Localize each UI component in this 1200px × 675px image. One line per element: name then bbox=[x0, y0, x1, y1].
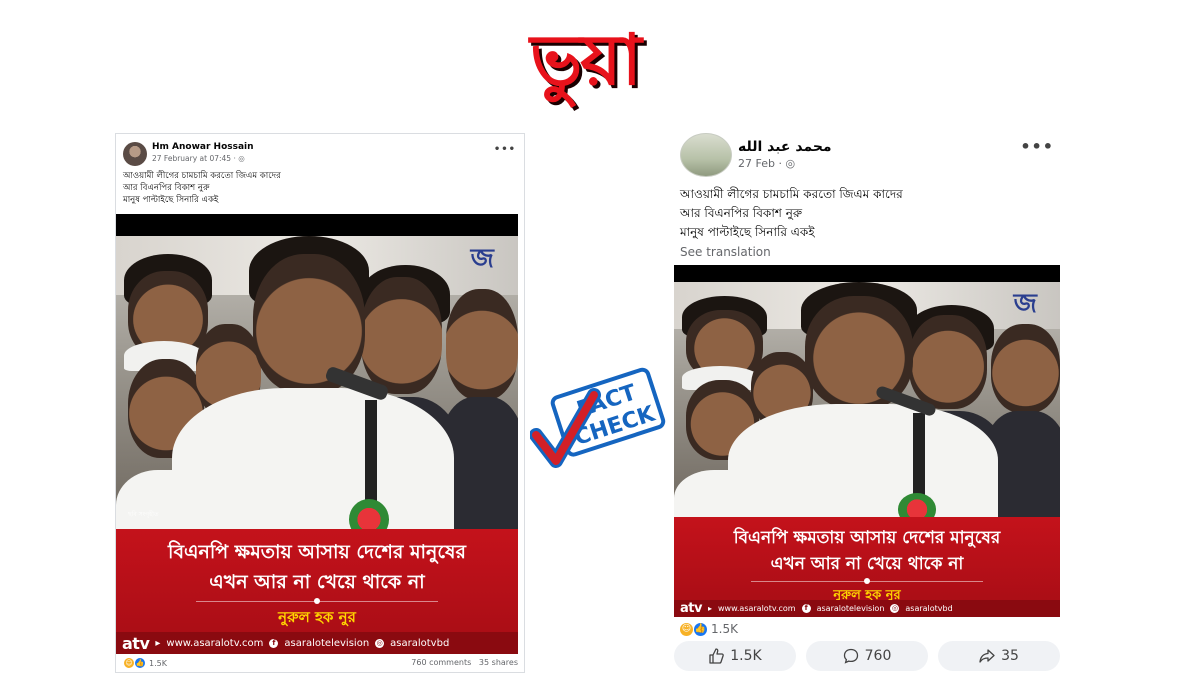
caption-line: আর বিএনপির বিকাশ নুরু bbox=[680, 206, 803, 220]
facebook-handle: asaralotelevision bbox=[816, 604, 885, 613]
collage: ভুয়া Hm Anowar Hossain 27 February at 0… bbox=[0, 0, 1200, 675]
quote-line: এখন আর না খেয়ে থাকে না bbox=[770, 553, 964, 574]
right-facebook-post: محمد عبد الله 27 Feb · ◎ ••• আওয়ামী লীগ… bbox=[672, 125, 1064, 675]
photo-credit: ছবি সংগৃহীত bbox=[128, 510, 159, 518]
author-name[interactable]: Hm Anowar Hossain bbox=[152, 142, 254, 152]
share-button[interactable]: 35 bbox=[938, 641, 1060, 671]
instagram-icon: ◎ bbox=[375, 638, 385, 648]
channel-footer: atv ▸ www.asaralotv.com f asaralotelevis… bbox=[116, 632, 518, 654]
reaction-summary[interactable]: ☺ 👍 1.5K bbox=[680, 622, 738, 636]
action-bar: 1.5K 760 35 bbox=[674, 641, 1060, 671]
play-icon: ▸ bbox=[155, 637, 161, 649]
caption-line: আওয়ামী লীগের চামচামি করতো জিএম কাদের bbox=[123, 171, 281, 181]
comment-count: 760 bbox=[864, 648, 892, 664]
channel-footer: atv ▸ www.asaralotv.com f asaralotelevis… bbox=[674, 600, 1060, 617]
see-translation-link[interactable]: See translation bbox=[680, 245, 771, 259]
post-caption: আওয়ামী লীগের চামচামি করতো জিএম কাদের আর… bbox=[123, 170, 281, 206]
author-name[interactable]: محمد عبد الله bbox=[738, 139, 832, 155]
globe-icon: ◎ bbox=[785, 157, 796, 170]
post-meta: 27 February at 07:45 · ◎ bbox=[152, 154, 245, 163]
play-icon: ▸ bbox=[707, 604, 712, 613]
left-facebook-post: Hm Anowar Hossain 27 February at 07:45 ·… bbox=[115, 133, 525, 673]
caption-line: আওয়ামী লীগের চামচামি করতো জিএম কাদের bbox=[680, 187, 903, 201]
site-url: www.asaralotv.com bbox=[717, 604, 796, 613]
avatar[interactable] bbox=[123, 142, 147, 166]
caption-line: মানুষ পাল্টাইছে সিনারি একই bbox=[680, 225, 815, 239]
atv-logo: atv bbox=[122, 633, 150, 653]
reaction-count: 1.5K bbox=[711, 622, 738, 636]
share-count[interactable]: 35 shares bbox=[479, 658, 518, 667]
post-meta: 27 Feb · ◎ bbox=[738, 157, 796, 170]
like-button[interactable]: 1.5K bbox=[674, 641, 796, 671]
haha-icon: ☺ bbox=[680, 622, 693, 636]
share-arrow-icon bbox=[979, 649, 995, 663]
facebook-handle: asaralotelevision bbox=[284, 637, 370, 649]
post-image[interactable]: জ বিএনপি ক্ষমতায় আসায় দেশের মানুষের এখ… bbox=[674, 265, 1060, 617]
like-icon: 👍 bbox=[694, 622, 707, 636]
instagram-icon: ◎ bbox=[890, 604, 900, 613]
quote-line: এখন আর না খেয়ে থাকে না bbox=[209, 570, 425, 593]
quote-box: বিএনপি ক্ষমতায় আসায় দেশের মানুষের এখন … bbox=[116, 528, 518, 654]
post-image[interactable]: জ ছবি সংগৃহীত বিএনপি ক্ষমতায় আসায় দেশে… bbox=[116, 214, 518, 654]
like-count: 1.5K bbox=[730, 648, 762, 664]
quote-line: বিএনপি ক্ষমতায় আসায় দেশের মানুষের bbox=[733, 527, 1001, 548]
reaction-summary[interactable]: ☺ 👍 1.5K bbox=[124, 658, 167, 668]
divider bbox=[196, 600, 438, 602]
fake-verdict-title: ভুয়া bbox=[530, 19, 642, 101]
instagram-handle: asaralotvbd bbox=[390, 637, 450, 649]
reaction-count: 1.5K bbox=[149, 658, 167, 668]
engagement-stats: 760 comments 35 shares bbox=[411, 658, 518, 667]
fact-check-badge: FACT CHECK bbox=[530, 367, 666, 468]
post-caption: আওয়ামী লীগের চামচামি করতো জিএম কাদের আর… bbox=[680, 185, 903, 242]
comment-button[interactable]: 760 bbox=[806, 641, 928, 671]
comment-bubble-icon bbox=[843, 648, 858, 664]
site-url: www.asaralotv.com bbox=[166, 637, 264, 649]
facebook-icon: f bbox=[801, 604, 811, 613]
speaker-name: নুরুল হক নুর bbox=[278, 607, 356, 626]
more-options-icon[interactable]: ••• bbox=[494, 144, 516, 155]
speaker-photo: জ bbox=[674, 282, 1060, 517]
instagram-handle: asaralotvbd bbox=[905, 604, 953, 613]
avatar[interactable] bbox=[680, 133, 732, 177]
share-count: 35 bbox=[1001, 648, 1019, 664]
thumbs-up-icon bbox=[709, 648, 725, 664]
like-icon: 👍 bbox=[135, 658, 145, 668]
facebook-icon: f bbox=[269, 638, 279, 648]
haha-icon: ☺ bbox=[124, 658, 134, 668]
more-options-icon[interactable]: ••• bbox=[1020, 137, 1054, 156]
divider bbox=[751, 580, 983, 582]
quote-box: বিএনপি ক্ষমতায় আসায় দেশের মানুষের এখন … bbox=[674, 516, 1060, 617]
quote-line: বিএনপি ক্ষমতায় আসায় দেশের মানুষের bbox=[168, 540, 466, 563]
caption-line: আর বিএনপির বিকাশ নুরু bbox=[123, 183, 210, 193]
comment-count[interactable]: 760 comments bbox=[411, 658, 471, 667]
globe-icon: ◎ bbox=[238, 154, 245, 163]
atv-logo: atv bbox=[680, 601, 702, 616]
speaker-photo: জ ছবি সংগৃহীত bbox=[116, 236, 518, 529]
caption-line: মানুষ পাল্টাইছে সিনারি একই bbox=[123, 195, 219, 205]
